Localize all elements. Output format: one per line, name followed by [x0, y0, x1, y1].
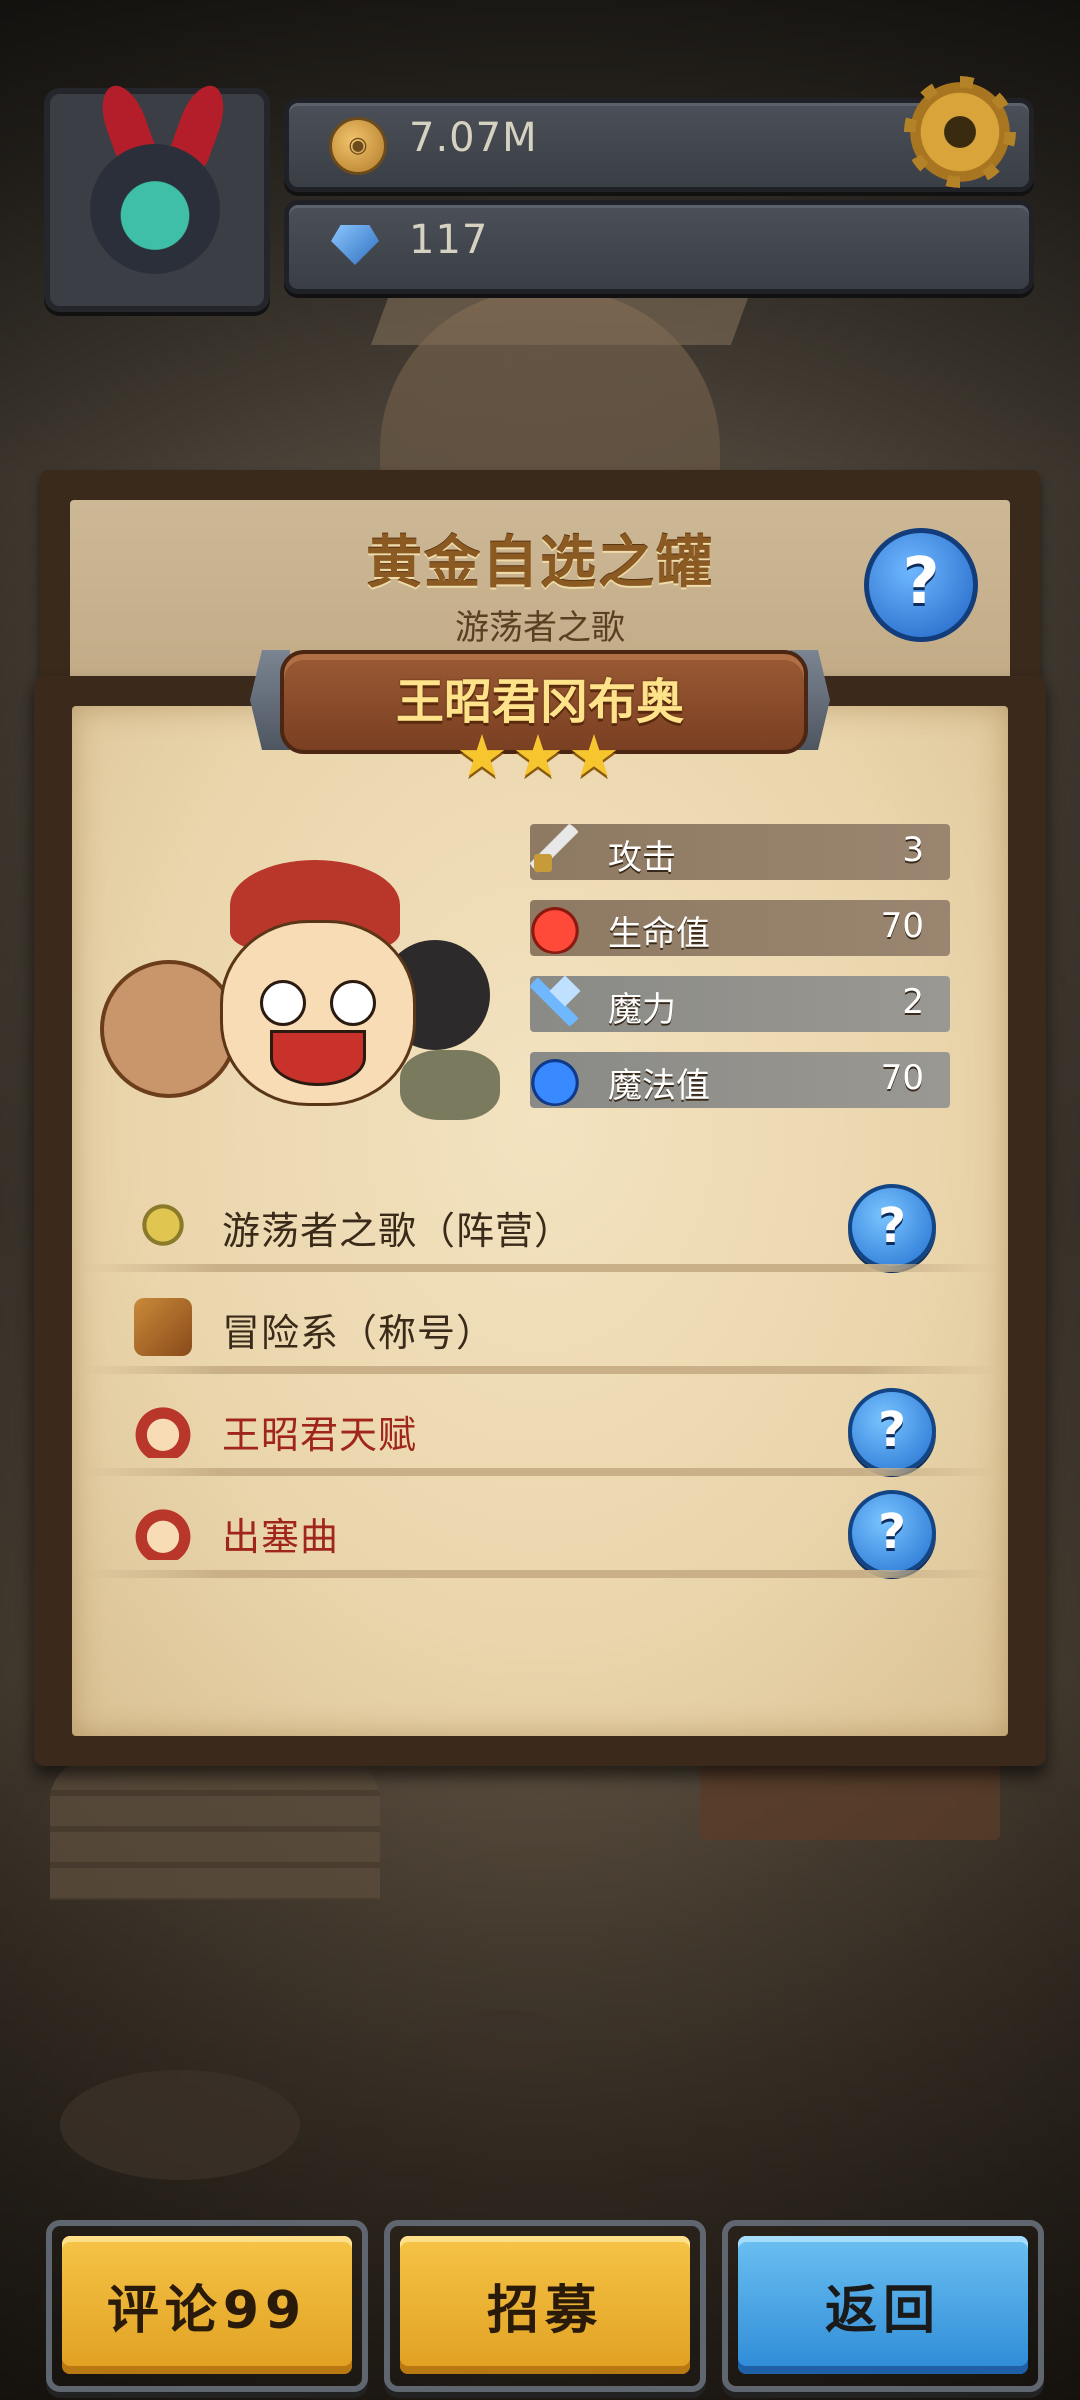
stat-label: 生命值 [608, 914, 710, 954]
stat-mp: 魔法值 70 [526, 1048, 950, 1108]
divider [80, 1468, 1000, 1476]
hero-mouth [270, 1030, 366, 1086]
trait-talent: 王昭君天赋 ? [80, 1384, 1000, 1476]
hero-eye-right [330, 980, 376, 1026]
stat-attack: 攻击 3 [526, 820, 950, 880]
background-rock [60, 2070, 300, 2180]
stat-hp: 生命值 70 [526, 896, 950, 956]
player-avatar[interactable] [44, 79, 270, 312]
recruit-button[interactable]: 招募 [384, 2220, 706, 2392]
stat-magic: 魔力 2 [526, 972, 950, 1032]
stat-value: 3 [902, 830, 924, 870]
coin-icon: ◉ [329, 117, 387, 175]
stat-label: 魔法值 [608, 1066, 710, 1106]
comment-button[interactable]: 评论99 [46, 2220, 368, 2392]
hero-stars: ★★★ [456, 722, 624, 790]
skill-help-button[interactable]: ? [848, 1490, 936, 1576]
hero-eye-left [260, 980, 306, 1026]
stat-value: 2 [902, 982, 924, 1022]
magic-wand-icon [526, 972, 584, 1030]
pipa-instrument [100, 960, 238, 1098]
stat-value: 70 [880, 906, 924, 946]
divider [80, 1570, 1000, 1578]
pack-help-button[interactable]: ? [864, 528, 978, 642]
faction-help-button[interactable]: ? [848, 1184, 936, 1270]
background-table [700, 1760, 1000, 1840]
trait-skill: 出塞曲 ? [80, 1486, 1000, 1578]
coin-amount: 7.07M [409, 115, 538, 161]
trait-title: 冒险系（称号） [80, 1282, 1000, 1374]
stat-label: 攻击 [608, 838, 676, 878]
trait-text: 游荡者之歌（阵营） [222, 1209, 574, 1253]
divider [80, 1264, 1000, 1272]
gem-bar: 117 [284, 200, 1034, 294]
zombie-hand [400, 1050, 500, 1120]
mp-potion-icon [526, 1048, 584, 1106]
recruit-button-label: 招募 [400, 2236, 690, 2374]
divider [80, 1366, 1000, 1374]
stat-value: 70 [880, 1058, 924, 1098]
comment-button-label: 评论99 [62, 2236, 352, 2374]
trait-text: 王昭君天赋 [222, 1413, 418, 1457]
trait-text: 冒险系（称号） [222, 1311, 496, 1355]
back-button-label: 返回 [738, 2236, 1028, 2374]
hero-skill-icon [134, 1502, 192, 1560]
talent-help-button[interactable]: ? [848, 1388, 936, 1474]
gem-amount: 117 [409, 217, 489, 263]
faction-icon [134, 1196, 192, 1254]
background-steps [50, 1760, 380, 1900]
hero-talent-icon [134, 1400, 192, 1458]
background-rock [440, 2010, 570, 2070]
trait-text: 出塞曲 [222, 1515, 340, 1559]
gem-icon [331, 225, 379, 265]
settings-gear-icon[interactable] [910, 82, 1010, 182]
avatar-face [90, 144, 220, 274]
hero-portrait [100, 860, 500, 1130]
stat-label: 魔力 [608, 990, 676, 1030]
trait-faction: 游荡者之歌（阵营） ? [80, 1180, 1000, 1272]
title-badge-icon [134, 1298, 192, 1356]
hp-potion-icon [526, 896, 584, 954]
back-button[interactable]: 返回 [722, 2220, 1044, 2392]
sword-icon [526, 820, 584, 878]
